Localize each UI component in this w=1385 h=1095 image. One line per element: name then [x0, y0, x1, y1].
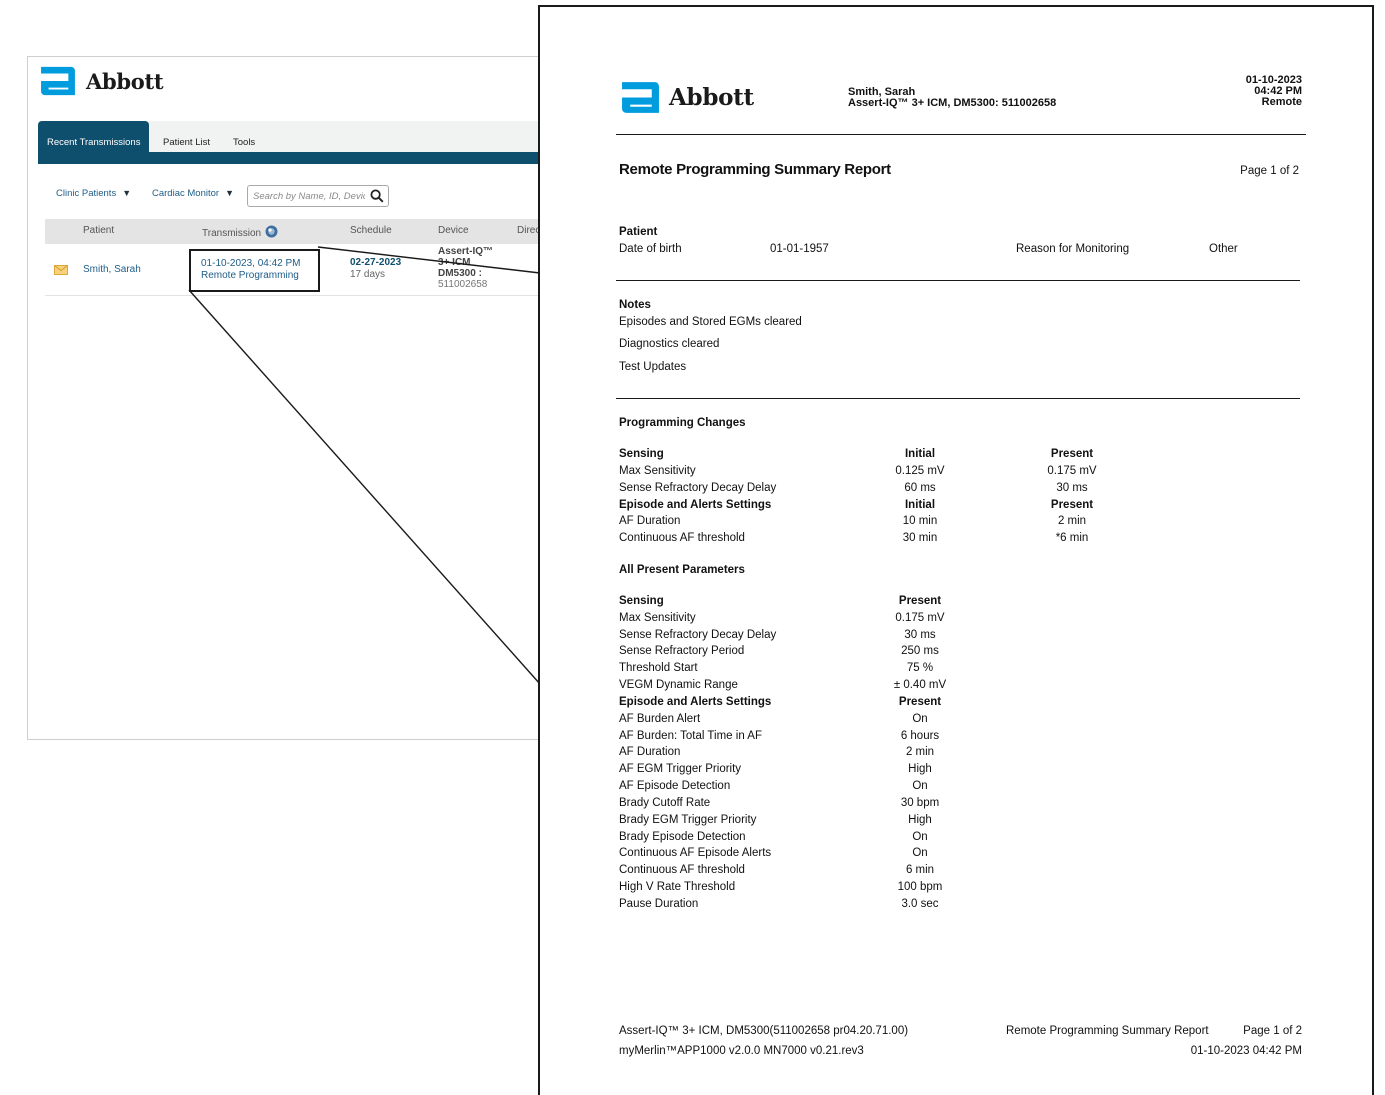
parameter-label: VEGM Dynamic Range: [619, 679, 738, 691]
parameter-value: 250 ms: [901, 645, 939, 657]
parameter-value: On: [912, 780, 928, 792]
parameter-label: Brady Cutoff Rate: [619, 797, 711, 809]
parameter-label: Continuous AF threshold: [619, 864, 745, 876]
all-present-heading: All Present Parameters: [619, 564, 745, 576]
parameter-label: Pause Duration: [619, 898, 699, 910]
dob-value: 01-01-1957: [770, 243, 829, 255]
notes-divider: [616, 398, 1300, 399]
changes-initial-header: Initial: [904, 448, 936, 460]
parameter-value: 100 bpm: [897, 881, 943, 893]
parameter-value: 2 min: [905, 746, 935, 758]
parameter-label: Sense Refractory Period: [619, 645, 745, 657]
parameter-value: High: [908, 763, 932, 775]
changes-initial-value: 60 ms: [904, 482, 936, 494]
report-device: Assert-IQ™ 3+ ICM, DM5300: 511002658: [848, 97, 1057, 109]
parameter-value: 6 min: [905, 864, 935, 876]
note-item: Episodes and Stored EGMs cleared: [619, 316, 802, 328]
parameter-value: 75 %: [906, 662, 934, 674]
changes-present-header: Present: [1050, 499, 1094, 511]
changes-row-label: AF Duration: [619, 515, 681, 527]
parameter-label: AF Episode Detection: [619, 780, 731, 792]
abbott-logo-icon: [622, 82, 659, 113]
parameter-label: AF Duration: [619, 746, 681, 758]
parameter-label: Episode and Alerts Settings: [619, 696, 772, 708]
footer-device-line: Assert-IQ™ 3+ ICM, DM5300(511002658 pr04…: [619, 1025, 909, 1037]
patient-divider: [616, 280, 1300, 281]
parameter-value: On: [912, 713, 928, 725]
changes-row-label: Sensing: [619, 448, 664, 460]
report-page-number: Page 1 of 2: [1240, 165, 1299, 177]
parameter-value: 30 ms: [904, 629, 936, 641]
report-abbott-logo: Abbott: [620, 80, 754, 115]
changes-initial-value: 30 min: [902, 532, 938, 544]
changes-row-label: Max Sensitivity: [619, 465, 696, 477]
parameter-value: On: [912, 847, 928, 859]
changes-present-value: 2 min: [1057, 515, 1087, 527]
footer-datetime: 01-10-2023 04:42 PM: [1190, 1045, 1302, 1057]
parameter-label: Brady EGM Trigger Priority: [619, 814, 757, 826]
parameter-value: On: [912, 831, 928, 843]
parameter-label: Max Sensitivity: [619, 612, 696, 624]
changes-present-value: 0.175 mV: [1047, 465, 1097, 477]
parameter-label: AF Burden Alert: [619, 713, 701, 725]
parameter-label: Sensing: [619, 595, 664, 607]
notes-heading: Notes: [619, 299, 651, 311]
report-title: Remote Programming Summary Report: [619, 161, 891, 178]
parameter-value: 0.175 mV: [895, 612, 945, 624]
parameter-label: Brady Episode Detection: [619, 831, 746, 843]
changes-present-value: *6 min: [1055, 532, 1089, 544]
changes-present-value: 30 ms: [1056, 482, 1088, 494]
changes-row-label: Episode and Alerts Settings: [619, 499, 772, 511]
parameter-value: Present: [898, 595, 942, 607]
parameter-label: AF Burden: Total Time in AF: [619, 730, 762, 742]
report-brand-name: Abbott: [669, 84, 754, 111]
dob-label: Date of birth: [619, 243, 682, 255]
parameter-value: ± 0.40 mV: [893, 679, 947, 691]
reason-value: Other: [1209, 243, 1238, 255]
reason-label: Reason for Monitoring: [1016, 243, 1130, 255]
programming-changes-heading: Programming Changes: [619, 417, 746, 429]
parameter-label: Threshold Start: [619, 662, 698, 674]
parameter-label: Sense Refractory Decay Delay: [619, 629, 777, 641]
parameter-label: AF EGM Trigger Priority: [619, 763, 742, 775]
header-divider: [616, 134, 1306, 135]
changes-present-header: Present: [1050, 448, 1094, 460]
note-item: Diagnostics cleared: [619, 338, 720, 350]
footer-report-name: Remote Programming Summary Report: [1006, 1025, 1209, 1037]
footer-app-line: myMerlin™APP1000 v2.0.0 MN7000 v0.21.rev…: [619, 1045, 864, 1057]
parameter-value: 30 bpm: [900, 797, 940, 809]
parameter-value: Present: [898, 696, 942, 708]
parameter-value: High: [908, 814, 932, 826]
changes-initial-value: 0.125 mV: [895, 465, 945, 477]
footer-page-number: Page 1 of 2: [1243, 1025, 1302, 1037]
changes-row-label: Continuous AF threshold: [619, 532, 745, 544]
patient-heading: Patient: [619, 226, 658, 238]
parameter-value: 3.0 sec: [901, 898, 939, 910]
parameter-label: High V Rate Threshold: [619, 881, 736, 893]
parameter-label: Continuous AF Episode Alerts: [619, 847, 772, 859]
changes-row-label: Sense Refractory Decay Delay: [619, 482, 777, 494]
report-page: Abbott Smith, Sarah Assert-IQ™ 3+ ICM, D…: [538, 5, 1374, 1095]
report-mode: Remote: [1261, 96, 1302, 108]
changes-initial-header: Initial: [904, 499, 936, 511]
note-item: Test Updates: [619, 361, 687, 373]
parameter-value: 6 hours: [900, 730, 940, 742]
changes-initial-value: 10 min: [902, 515, 938, 527]
